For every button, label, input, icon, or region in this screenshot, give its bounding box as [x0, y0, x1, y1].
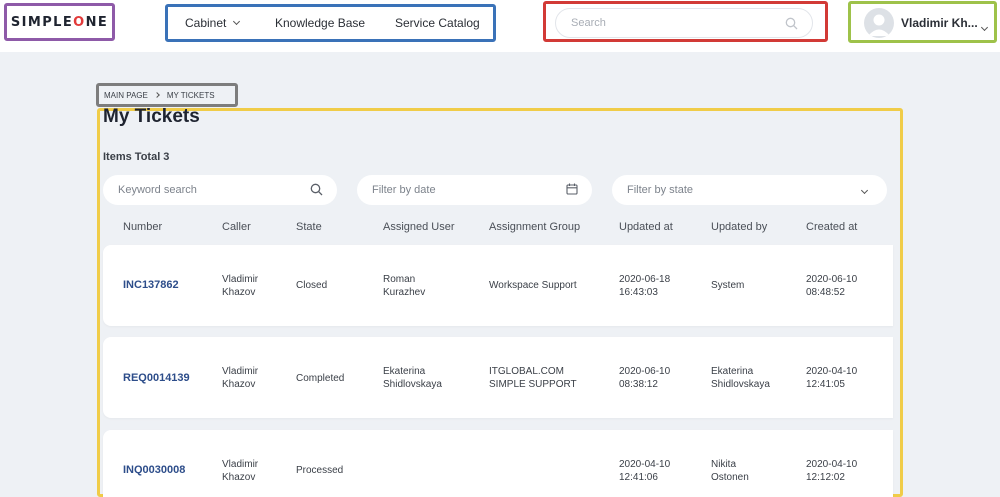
updated-at-cell: 2020-04-10 12:41:06 — [619, 459, 671, 483]
table-row[interactable]: REQ0014139 Vladimir Khazov Completed Eka… — [103, 337, 893, 418]
ticket-number-link[interactable]: INC137862 — [123, 279, 179, 292]
updated-by-cell: Ekaterina Shidlovskaya — [711, 366, 770, 390]
nav-cabinet-label: Cabinet — [185, 16, 227, 30]
chevron-down-icon — [860, 184, 869, 196]
state-filter-placeholder: Filter by state — [627, 184, 694, 196]
column-header-assignment-group[interactable]: Assignment Group — [489, 221, 580, 233]
chevron-down-icon — [233, 17, 241, 25]
search-input[interactable] — [571, 17, 771, 29]
nav-knowledge-base[interactable]: Knowledge Base — [275, 16, 365, 30]
ticket-number-link[interactable]: INQ0030008 — [123, 464, 185, 477]
caller-cell: Vladimir Khazov — [222, 366, 259, 390]
chevron-down-icon — [980, 17, 989, 35]
date-filter-placeholder: Filter by date — [372, 184, 436, 196]
column-header-state[interactable]: State — [296, 221, 322, 233]
column-header-updated-by[interactable]: Updated by — [711, 221, 767, 233]
state-filter[interactable]: Filter by state — [612, 175, 887, 205]
breadcrumb-main-page[interactable]: MAIN PAGE — [104, 91, 148, 100]
user-name: Vladimir Kh... — [901, 16, 978, 30]
search-field[interactable] — [555, 8, 813, 38]
keyword-search-placeholder: Keyword search — [118, 184, 197, 196]
created-at-cell: 2020-04-10 12:41:05 — [806, 366, 858, 390]
state-cell: Completed — [296, 373, 345, 384]
updated-at-cell: 2020-06-10 08:38:12 — [619, 366, 671, 390]
keyword-search-filter[interactable]: Keyword search — [103, 175, 337, 205]
column-header-number[interactable]: Number — [123, 221, 162, 233]
column-header-updated-at[interactable]: Updated at — [619, 221, 673, 233]
assignment-group-cell: Workspace Support — [489, 280, 577, 291]
updated-by-cell: Nikita Ostonen — [711, 459, 749, 483]
assigned-user-cell: Ekaterina Shidlovskaya — [383, 366, 442, 390]
nav-cabinet[interactable]: Cabinet — [185, 16, 241, 30]
updated-by-cell: System — [711, 280, 745, 291]
logo: SIMPLEONE — [10, 14, 109, 30]
avatar-icon — [864, 8, 894, 38]
column-header-created-at[interactable]: Created at — [806, 221, 857, 233]
search-icon[interactable] — [785, 17, 798, 35]
chevron-right-icon — [154, 92, 160, 98]
main-nav: Cabinet Knowledge Base Service Catalog — [165, 4, 496, 42]
breadcrumb-my-tickets: MY TICKETS — [166, 90, 215, 100]
state-cell: Closed — [296, 280, 328, 291]
calendar-icon[interactable] — [566, 183, 578, 198]
created-at-cell: 2020-06-10 08:48:52 — [806, 274, 858, 298]
assigned-user-cell: Roman Kurazhev — [383, 274, 426, 298]
page-title: My Tickets — [103, 106, 200, 127]
updated-at-cell: 2020-06-18 16:43:03 — [619, 274, 671, 298]
table-row[interactable]: INQ0030008 Vladimir Khazov Processed 202… — [103, 430, 893, 497]
nav-knowledge-base-label: Knowledge Base — [275, 16, 366, 30]
state-cell: Processed — [296, 465, 344, 476]
user-menu[interactable]: Vladimir Kh... — [848, 1, 997, 43]
created-at-cell: 2020-04-10 12:12:02 — [806, 459, 858, 483]
caller-cell: Vladimir Khazov — [222, 274, 259, 298]
assignment-group-cell: ITGLOBAL.COM SIMPLE SUPPORT — [489, 366, 577, 390]
column-header-caller[interactable]: Caller — [222, 221, 251, 233]
nav-service-catalog-label: Service Catalog — [395, 16, 480, 30]
column-header-assigned-user[interactable]: Assigned User — [383, 221, 455, 233]
date-filter[interactable]: Filter by date — [357, 175, 592, 205]
ticket-number-link[interactable]: REQ0014139 — [123, 372, 190, 385]
caller-cell: Vladimir Khazov — [222, 459, 259, 483]
breadcrumb: MAIN PAGE MY TICKETS — [96, 83, 238, 107]
search-icon[interactable] — [310, 183, 323, 199]
table-row[interactable]: INC137862 Vladimir Khazov Closed Roman K… — [103, 245, 893, 326]
nav-service-catalog[interactable]: Service Catalog — [395, 16, 480, 30]
items-total: Items Total 3 — [103, 151, 170, 163]
logo-link[interactable]: SIMPLEONE — [4, 3, 115, 41]
top-header: SIMPLEONE Cabinet Knowledge Base Service… — [0, 0, 1000, 52]
global-search — [543, 1, 828, 42]
